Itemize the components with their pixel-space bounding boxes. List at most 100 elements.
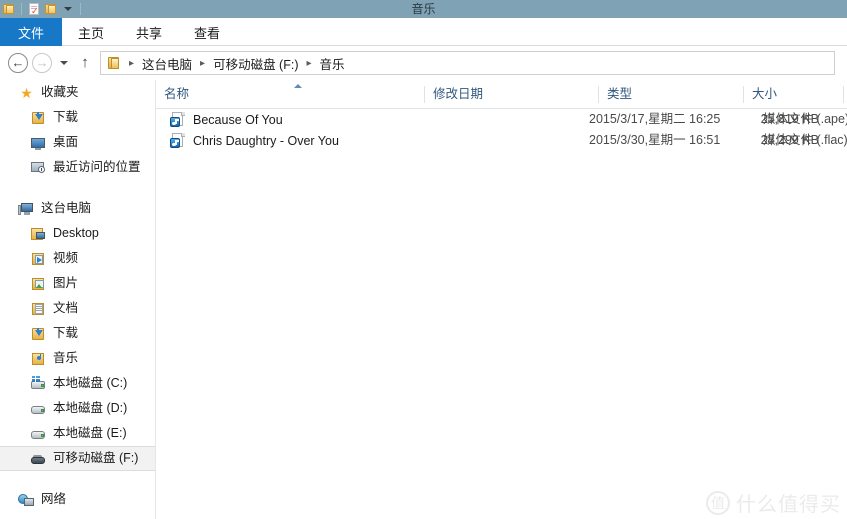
nav-label: Desktop [53, 226, 99, 240]
nav-label: 音乐 [53, 351, 79, 365]
videos-folder-icon [30, 251, 47, 267]
file-name-cell[interactable]: Chris Daughtry - Over You [170, 130, 339, 151]
tab-file[interactable]: 文件 [0, 18, 63, 46]
sort-ascending-icon [294, 84, 302, 88]
title-bar: ✓ 音乐 [0, 0, 847, 18]
removable-drive-icon [30, 451, 47, 467]
sidebar-item-downloads[interactable]: 下载 [0, 321, 155, 346]
media-file-icon [170, 132, 186, 149]
media-file-icon [170, 111, 186, 128]
breadcrumb[interactable]: ▸ 这台电脑 ▸ 可移动磁盘 (F:) ▸ 音乐 [100, 51, 835, 75]
column-header-size[interactable]: 大小 [744, 80, 844, 108]
nav-label: 桌面 [53, 135, 79, 149]
hard-drive-icon [30, 426, 47, 442]
nav-spacer-2 [0, 471, 155, 487]
breadcrumb-item-removable-disk[interactable]: 可移动磁盘 (F:) [211, 54, 300, 73]
nav-label: 下载 [53, 326, 79, 340]
nav-label: 本地磁盘 (C:) [53, 376, 128, 390]
breadcrumb-separator-2: ▸ [306, 57, 312, 69]
column-header-row: 名称 修改日期 类型 大小 [156, 80, 847, 109]
recent-places-icon [30, 160, 47, 176]
sidebar-item-drive-d[interactable]: 本地磁盘 (D:) [0, 396, 155, 421]
file-size: 25,819 KB [760, 112, 819, 126]
file-list-pane: 名称 修改日期 类型 大小 Because Of You 2015/3/17,星… [156, 80, 847, 519]
customize-chevron-icon[interactable] [61, 2, 75, 16]
forward-button-icon[interactable]: → [30, 51, 54, 75]
back-button-icon[interactable]: ← [6, 51, 30, 75]
file-name-cell[interactable]: Because Of You [170, 109, 283, 130]
new-folder-icon[interactable]: ✓ [27, 2, 41, 16]
sidebar-item-pictures[interactable]: 图片 [0, 271, 155, 296]
pictures-folder-icon [30, 276, 47, 292]
column-header-date-modified[interactable]: 修改日期 [425, 80, 599, 108]
file-date: 2015/3/17,星期二 16:25 [589, 112, 721, 126]
sidebar-item-downloads-fav[interactable]: 下载 [0, 105, 155, 130]
nav-label: 可移动磁盘 (F:) [53, 451, 139, 465]
nav-label: 最近访问的位置 [53, 160, 141, 174]
sidebar-item-videos[interactable]: 视频 [0, 246, 155, 271]
column-header-name[interactable]: 名称 [156, 80, 425, 108]
tab-share[interactable]: 共享 [120, 18, 178, 46]
nav-label: 本地磁盘 (D:) [53, 401, 128, 415]
tab-home[interactable]: 主页 [62, 18, 120, 46]
download-folder-icon [30, 110, 47, 126]
navigation-pane: ★ 收藏夹 下载 桌面 最近访问的位置 这台电脑 Desktop 视频 图片 文… [0, 80, 155, 519]
file-date: 2015/3/30,星期一 16:51 [589, 133, 721, 147]
up-button-icon[interactable]: ↑ [74, 51, 96, 75]
breadcrumb-item-this-pc[interactable]: 这台电脑 [140, 54, 194, 73]
sidebar-item-removable-disk-f[interactable]: 可移动磁盘 (F:) [0, 446, 155, 471]
quick-access-toolbar: ✓ [0, 0, 83, 18]
hard-drive-icon [30, 401, 47, 417]
tab-view[interactable]: 查看 [178, 18, 236, 46]
recent-locations-chevron-icon[interactable] [54, 51, 74, 75]
network-icon [18, 492, 35, 508]
ribbon-tab-bar: 文件 主页 共享 查看 [0, 18, 847, 46]
nav-label: 文档 [53, 301, 79, 315]
sidebar-item-documents[interactable]: 文档 [0, 296, 155, 321]
desktop-folder-icon [30, 226, 47, 242]
toolbar-divider [21, 3, 22, 15]
folder-icon[interactable] [2, 2, 16, 16]
explorer-body: ★ 收藏夹 下载 桌面 最近访问的位置 这台电脑 Desktop 视频 图片 文… [0, 80, 847, 519]
sidebar-item-drive-c[interactable]: 本地磁盘 (C:) [0, 371, 155, 396]
sidebar-item-desktop[interactable]: Desktop [0, 221, 155, 246]
sidebar-item-drive-e[interactable]: 本地磁盘 (E:) [0, 421, 155, 446]
table-row[interactable]: Because Of You 2015/3/17,星期二 16:25 媒体文件 … [156, 109, 847, 130]
table-row[interactable]: Chris Daughtry - Over You 2015/3/30,星期一 … [156, 130, 847, 151]
nav-label: 视频 [53, 251, 79, 265]
toolbar-divider-2 [80, 3, 81, 15]
explorer-window: ✓ 音乐 文件 主页 共享 查看 ← → ↑ ▸ 这台电脑 ▸ 可移动磁盘 (F… [0, 0, 847, 519]
file-size: 28,299 KB [760, 133, 819, 147]
music-folder-icon [30, 351, 47, 367]
sidebar-item-desktop-fav[interactable]: 桌面 [0, 130, 155, 155]
breadcrumb-separator-1: ▸ [200, 57, 206, 69]
file-name: Chris Daughtry - Over You [193, 133, 339, 148]
nav-label: 这台电脑 [41, 201, 92, 215]
nav-spacer-1 [0, 180, 155, 196]
nav-group-this-pc[interactable]: 这台电脑 [0, 196, 155, 221]
system-drive-icon [30, 375, 47, 392]
sidebar-item-music[interactable]: 音乐 [0, 346, 155, 371]
breadcrumb-folder-icon [106, 56, 121, 70]
star-icon: ★ [20, 84, 33, 101]
window-title: 音乐 [411, 2, 436, 16]
nav-label: 图片 [53, 276, 79, 290]
sidebar-item-recent-places[interactable]: 最近访问的位置 [0, 155, 155, 180]
nav-label: 收藏夹 [41, 85, 79, 99]
breadcrumb-separator-0: ▸ [129, 57, 135, 69]
column-divider[interactable] [843, 86, 844, 103]
documents-folder-icon [30, 301, 47, 317]
breadcrumb-item-music[interactable]: 音乐 [318, 54, 347, 73]
this-pc-icon [18, 201, 35, 217]
nav-label: 网络 [41, 492, 67, 506]
desktop-icon [30, 135, 47, 151]
nav-group-favorites[interactable]: ★ 收藏夹 [0, 80, 155, 105]
file-rows: Because Of You 2015/3/17,星期二 16:25 媒体文件 … [156, 109, 847, 151]
folder-open-icon[interactable] [44, 2, 58, 16]
nav-label: 下载 [53, 110, 79, 124]
column-header-type[interactable]: 类型 [599, 80, 744, 108]
file-name: Because Of You [193, 112, 283, 127]
nav-label: 本地磁盘 (E:) [53, 426, 127, 440]
address-bar: ← → ↑ ▸ 这台电脑 ▸ 可移动磁盘 (F:) ▸ 音乐 [0, 46, 847, 80]
nav-group-network[interactable]: 网络 [0, 487, 155, 512]
